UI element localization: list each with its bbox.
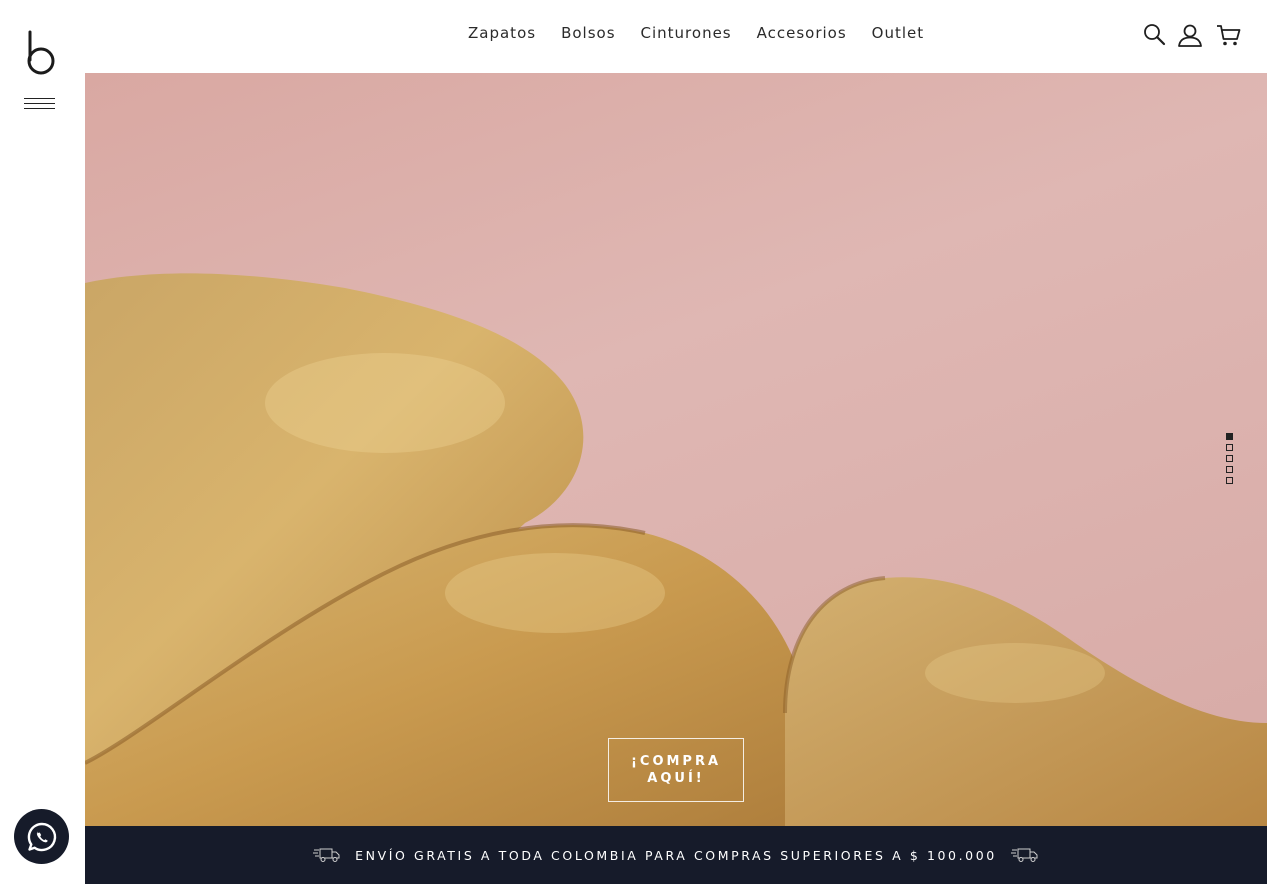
nav-item-cinturones[interactable]: Cinturones (641, 22, 732, 44)
slide-dot-1[interactable] (1226, 433, 1233, 440)
slide-dot-3[interactable] (1226, 455, 1233, 462)
left-sidebar (0, 0, 85, 884)
free-shipping-text: ENVÍO GRATIS A TODA COLOMBIA PARA COMPRA… (355, 847, 997, 863)
nav-item-accesorios[interactable]: Accesorios (757, 22, 847, 44)
delivery-truck-icon (313, 848, 340, 862)
hero-banner: ¡COMPRA AQUÍ! (85, 73, 1267, 826)
whatsapp-icon (27, 822, 56, 851)
free-shipping-bar: ENVÍO GRATIS A TODA COLOMBIA PARA COMPRA… (85, 826, 1267, 884)
brand-logo[interactable] (26, 30, 58, 76)
main-nav: Zapatos Bolsos Cinturones Accesorios Out… (468, 22, 924, 44)
cart-icon[interactable] (1216, 22, 1242, 48)
nav-item-outlet[interactable]: Outlet (872, 22, 924, 44)
top-header: Zapatos Bolsos Cinturones Accesorios Out… (85, 0, 1267, 73)
slide-dot-2[interactable] (1226, 444, 1233, 451)
slider-pagination (1226, 433, 1234, 488)
nav-item-bolsos[interactable]: Bolsos (561, 22, 615, 44)
shop-now-button[interactable]: ¡COMPRA AQUÍ! (608, 738, 744, 802)
nav-item-zapatos[interactable]: Zapatos (468, 22, 536, 44)
hamburger-menu-button[interactable] (24, 98, 56, 114)
slide-dot-5[interactable] (1226, 477, 1233, 484)
hero-gold-sculpture-image (85, 273, 1267, 826)
user-icon[interactable] (1177, 22, 1203, 48)
delivery-truck-icon (1010, 848, 1038, 862)
whatsapp-button[interactable] (14, 809, 69, 864)
slide-dot-4[interactable] (1226, 466, 1233, 473)
search-icon[interactable] (1142, 22, 1168, 48)
